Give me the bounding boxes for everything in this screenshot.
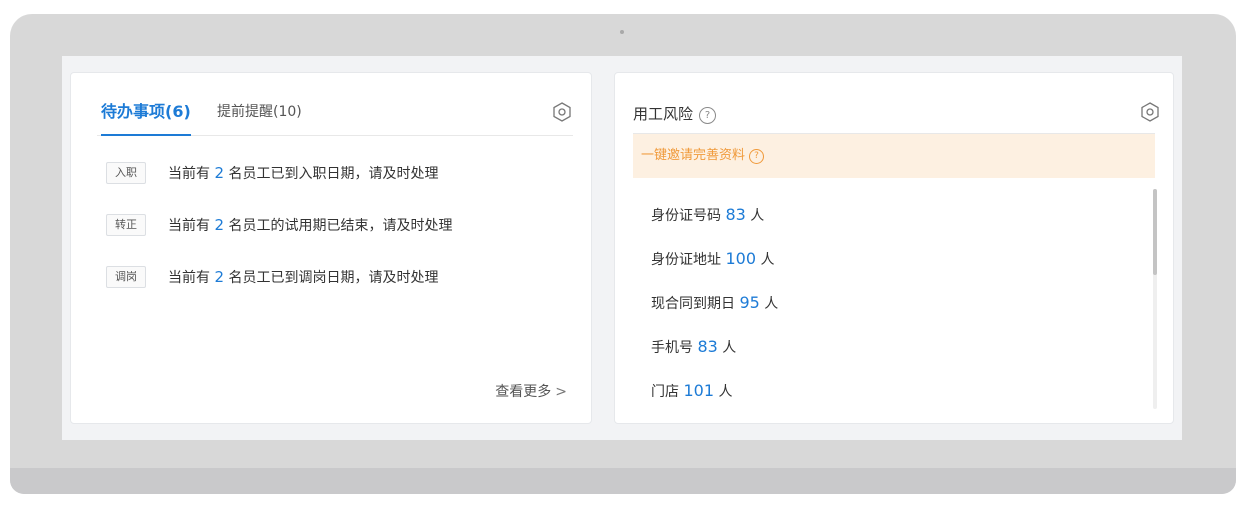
risk-label: 身份证地址 (651, 252, 726, 268)
risk-title-text: 用工风险 (633, 105, 694, 123)
risk-panel: 用工风险? 一键邀请完善资料? 身份证号码 83 人 身份证地址 100 人 现… (614, 72, 1174, 424)
todo-tabs: 待办事项(6) 提前提醒(10) (97, 99, 573, 136)
todo-tag: 调岗 (106, 266, 146, 288)
risk-count: 83 (725, 205, 746, 224)
todo-prefix: 当前有 (168, 218, 215, 234)
risk-item[interactable]: 门店 101 人 (651, 369, 1143, 413)
risk-count: 101 (683, 381, 714, 400)
settings-icon[interactable] (1139, 101, 1161, 123)
help-icon[interactable]: ? (699, 107, 717, 124)
todo-count: 2 (214, 164, 224, 182)
scrollbar-thumb[interactable] (1153, 189, 1157, 275)
risk-label: 手机号 (651, 340, 698, 356)
todo-item[interactable]: 转正 当前有 2 名员工的试用期已结束，请及时处理 (106, 211, 571, 263)
risk-list: 身份证号码 83 人 身份证地址 100 人 现合同到期日 95 人 手机号 8… (651, 193, 1143, 415)
risk-unit: 人 (756, 252, 775, 268)
todo-text: 当前有 2 名员工已到调岗日期，请及时处理 (168, 267, 438, 288)
todo-item[interactable]: 入职 当前有 2 名员工已到入职日期，请及时处理 (106, 159, 571, 211)
risk-unit: 人 (759, 296, 779, 312)
risk-item[interactable]: 身份证号码 83 人 (651, 193, 1143, 237)
todo-panel: 待办事项(6) 提前提醒(10) 入职 当前有 2 名员工已到入职日期，请及时处… (70, 72, 592, 424)
todo-count: 2 (214, 216, 224, 234)
laptop-base (10, 468, 1236, 494)
todo-prefix: 当前有 (168, 270, 215, 286)
risk-unit: 人 (745, 208, 765, 224)
todo-tag: 转正 (106, 214, 146, 236)
settings-icon[interactable] (551, 101, 573, 123)
chevron-right-icon: > (555, 384, 567, 400)
invite-complete-profile-button[interactable]: 一键邀请完善资料? (633, 134, 1155, 178)
risk-label: 身份证号码 (651, 208, 726, 224)
todo-tag: 入职 (106, 162, 146, 184)
risk-title: 用工风险? (633, 103, 717, 124)
todo-text: 当前有 2 名员工已到入职日期，请及时处理 (168, 163, 438, 184)
risk-unit: 人 (717, 340, 737, 356)
risk-item[interactable]: 现合同到期日 95 人 (651, 281, 1143, 325)
camera-dot (620, 30, 624, 34)
risk-label: 门店 (651, 384, 684, 400)
risk-item[interactable]: 身份证地址 100 人 (651, 237, 1143, 281)
help-icon[interactable]: ? (749, 149, 765, 164)
todo-count: 2 (214, 268, 224, 286)
risk-count: 100 (725, 249, 756, 268)
tab-reminders[interactable]: 提前提醒(10) (217, 99, 302, 134)
see-more-link[interactable]: 查看更多 > (495, 381, 567, 401)
todo-item[interactable]: 调岗 当前有 2 名员工已到调岗日期，请及时处理 (106, 263, 571, 315)
scrollbar[interactable] (1153, 189, 1157, 409)
risk-unit: 人 (714, 384, 733, 400)
risk-count: 95 (739, 293, 760, 312)
risk-label: 现合同到期日 (651, 296, 740, 312)
see-more-label: 查看更多 (495, 384, 552, 400)
risk-count: 83 (697, 337, 718, 356)
todo-suffix: 名员工的试用期已结束，请及时处理 (224, 218, 453, 234)
todo-list: 入职 当前有 2 名员工已到入职日期，请及时处理 转正 当前有 2 名员工的试用… (106, 159, 571, 315)
todo-suffix: 名员工已到入职日期，请及时处理 (224, 166, 439, 182)
todo-text: 当前有 2 名员工的试用期已结束，请及时处理 (168, 215, 452, 236)
tab-todo[interactable]: 待办事项(6) (101, 99, 191, 136)
todo-prefix: 当前有 (168, 166, 215, 182)
todo-suffix: 名员工已到调岗日期，请及时处理 (224, 270, 439, 286)
risk-item[interactable]: 手机号 83 人 (651, 325, 1143, 369)
invite-label: 一键邀请完善资料 (641, 148, 746, 163)
screen: 待办事项(6) 提前提醒(10) 入职 当前有 2 名员工已到入职日期，请及时处… (62, 56, 1182, 440)
